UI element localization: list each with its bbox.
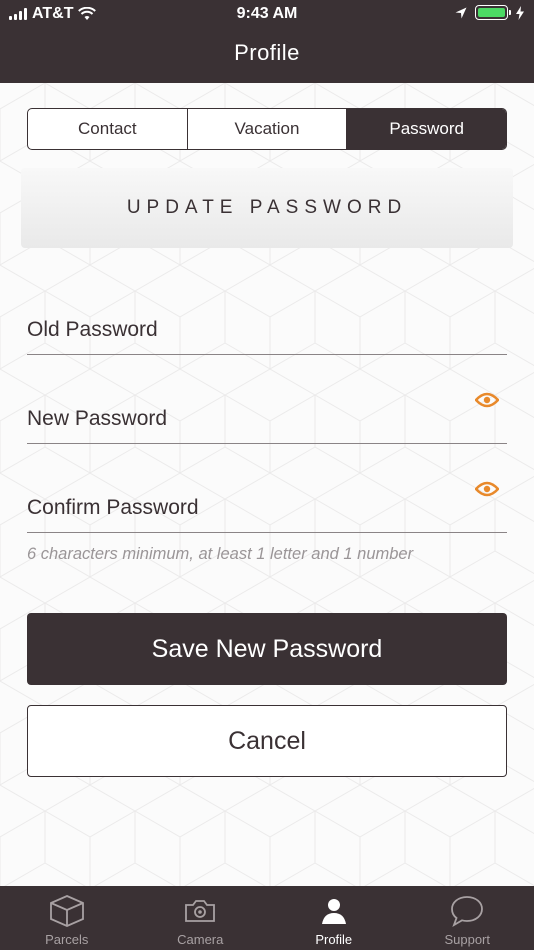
tab-bar: Parcels Camera Profile Support bbox=[0, 886, 534, 950]
segment-contact[interactable]: Contact bbox=[28, 109, 188, 149]
status-time: 9:43 AM bbox=[236, 5, 298, 22]
tab-parcels[interactable]: Parcels bbox=[0, 886, 134, 950]
profile-segmented-control: Contact Vacation Password bbox=[27, 108, 507, 150]
cancel-button[interactable]: Cancel bbox=[27, 705, 507, 777]
tab-parcels-label: Parcels bbox=[45, 932, 89, 947]
status-bar: AT&T 9:43 AM bbox=[0, 0, 534, 28]
header: AT&T 9:43 AM Profile bbox=[0, 0, 534, 83]
status-right bbox=[455, 5, 524, 20]
person-icon bbox=[321, 899, 346, 924]
save-new-password-button[interactable]: Save New Password bbox=[27, 613, 507, 685]
password-requirements-hint: 6 characters minimum, at least 1 letter … bbox=[27, 545, 414, 563]
location-arrow-icon bbox=[455, 7, 467, 18]
confirm-password-field bbox=[27, 473, 507, 533]
speech-bubble-icon bbox=[451, 896, 484, 928]
tab-profile[interactable]: Profile bbox=[267, 886, 401, 950]
tab-camera[interactable]: Camera bbox=[134, 886, 268, 950]
show-password-eye-icon[interactable] bbox=[475, 392, 499, 408]
battery-icon bbox=[475, 5, 511, 20]
camera-icon bbox=[185, 900, 216, 922]
tab-camera-label: Camera bbox=[177, 932, 224, 947]
new-password-input[interactable] bbox=[27, 407, 457, 431]
old-password-input[interactable] bbox=[27, 318, 457, 342]
tab-support-label: Support bbox=[444, 932, 491, 947]
charging-bolt-icon bbox=[516, 5, 524, 20]
section-title: UPDATE PASSWORD bbox=[21, 168, 513, 248]
tab-support[interactable]: Support bbox=[401, 886, 534, 950]
page-title: Profile bbox=[234, 40, 300, 65]
box-icon bbox=[49, 895, 84, 927]
tab-profile-label: Profile bbox=[315, 932, 353, 947]
segment-password[interactable]: Password bbox=[347, 109, 506, 149]
confirm-password-input[interactable] bbox=[27, 496, 457, 520]
show-confirm-password-eye-icon[interactable] bbox=[475, 481, 499, 497]
segment-vacation[interactable]: Vacation bbox=[188, 109, 348, 149]
old-password-field bbox=[27, 295, 507, 355]
new-password-field bbox=[27, 384, 507, 444]
